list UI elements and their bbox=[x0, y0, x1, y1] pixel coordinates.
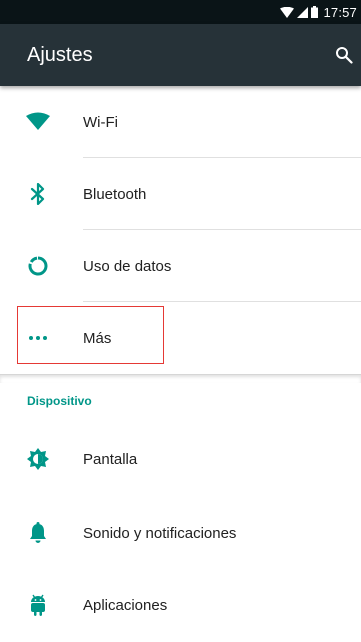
status-bar: 17:57 bbox=[0, 0, 361, 24]
section-header-dispositivo: Dispositivo bbox=[27, 394, 92, 408]
settings-item-label: Pantalla bbox=[83, 450, 138, 468]
settings-item-label: Sonido y notificaciones bbox=[83, 524, 237, 542]
android-icon bbox=[26, 593, 50, 617]
settings-item-bluetooth[interactable]: Bluetooth bbox=[0, 158, 361, 230]
settings-item-display[interactable]: Pantalla bbox=[0, 421, 361, 497]
settings-item-sound[interactable]: Sonido y notificaciones bbox=[0, 497, 361, 569]
settings-item-label: Wi-Fi bbox=[83, 113, 118, 131]
settings-item-label: Bluetooth bbox=[83, 185, 147, 203]
settings-item-wifi[interactable]: Wi-Fi bbox=[0, 86, 361, 158]
search-icon[interactable] bbox=[333, 44, 355, 66]
wifi-icon bbox=[26, 110, 50, 134]
settings-item-label: Uso de datos bbox=[83, 257, 172, 275]
status-time: 17:57 bbox=[323, 4, 357, 20]
app-bar: Ajustes bbox=[0, 24, 361, 86]
signal-icon bbox=[297, 6, 309, 18]
settings-item-data-usage[interactable]: Uso de datos bbox=[0, 230, 361, 302]
display-icon bbox=[26, 447, 50, 471]
data-usage-icon bbox=[26, 254, 50, 278]
bell-icon bbox=[26, 521, 50, 545]
bluetooth-icon bbox=[26, 182, 50, 206]
wifi-icon bbox=[280, 6, 295, 18]
battery-icon bbox=[311, 6, 319, 18]
page-title: Ajustes bbox=[27, 43, 93, 66]
settings-item-apps[interactable]: Aplicaciones bbox=[0, 569, 361, 641]
settings-item-label: Aplicaciones bbox=[83, 596, 168, 614]
highlight-box bbox=[17, 306, 164, 364]
